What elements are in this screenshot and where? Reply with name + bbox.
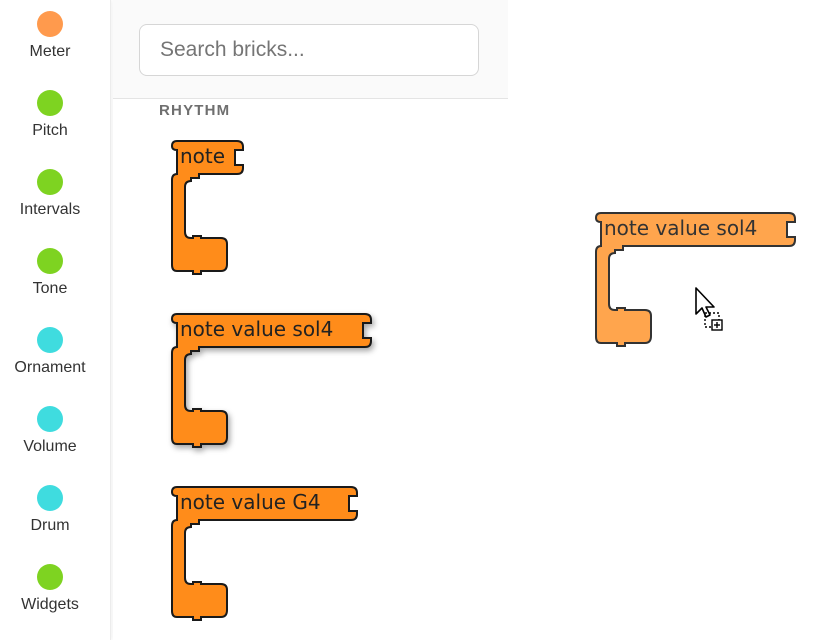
category-label: Widgets — [21, 596, 79, 613]
category-volume[interactable]: Volume — [0, 406, 100, 456]
brick-palette: RHYTHM note note value sol4 note value G… — [113, 0, 508, 640]
tone-dot-icon — [37, 248, 63, 274]
category-label: Ornament — [14, 359, 86, 376]
music-blocks-app: Meter Pitch Intervals Tone Ornament Volu… — [0, 0, 827, 640]
category-label: Meter — [29, 43, 71, 60]
volume-dot-icon — [37, 406, 63, 432]
brick-label: note value G4 — [180, 490, 321, 514]
category-drum[interactable]: Drum — [0, 485, 100, 535]
section-title: RHYTHM — [159, 102, 231, 119]
category-label: Tone — [32, 280, 68, 297]
category-pitch[interactable]: Pitch — [0, 90, 100, 140]
brick-note-value-g4[interactable]: note value G4 — [170, 486, 361, 621]
ornament-dot-icon — [37, 327, 63, 353]
drum-dot-icon — [37, 485, 63, 511]
category-meter[interactable]: Meter — [0, 11, 100, 61]
category-widgets[interactable]: Widgets — [0, 564, 100, 614]
category-label: Intervals — [19, 201, 81, 218]
widgets-dot-icon — [37, 564, 63, 590]
search-bar — [113, 0, 508, 99]
brick-label: note — [180, 144, 226, 168]
category-ornament[interactable]: Ornament — [0, 327, 100, 377]
search-input[interactable] — [139, 24, 479, 76]
brick-note-value-sol4[interactable]: note value sol4 — [170, 313, 376, 448]
category-sidebar: Meter Pitch Intervals Tone Ornament Volu… — [0, 0, 111, 640]
brick-label: note value sol4 — [604, 216, 758, 240]
category-label: Volume — [23, 438, 77, 455]
brick-label: note value sol4 — [180, 317, 334, 341]
intervals-dot-icon — [37, 169, 63, 195]
category-intervals[interactable]: Intervals — [0, 169, 100, 219]
pitch-dot-icon — [37, 90, 63, 116]
brick-note[interactable]: note — [170, 140, 251, 275]
category-label: Pitch — [32, 122, 68, 139]
meter-dot-icon — [37, 11, 63, 37]
drag-copy-cursor-icon — [694, 286, 728, 341]
workspace-canvas[interactable]: note value sol4 — [508, 0, 827, 640]
category-label: Drum — [30, 517, 70, 534]
category-tone[interactable]: Tone — [0, 248, 100, 298]
